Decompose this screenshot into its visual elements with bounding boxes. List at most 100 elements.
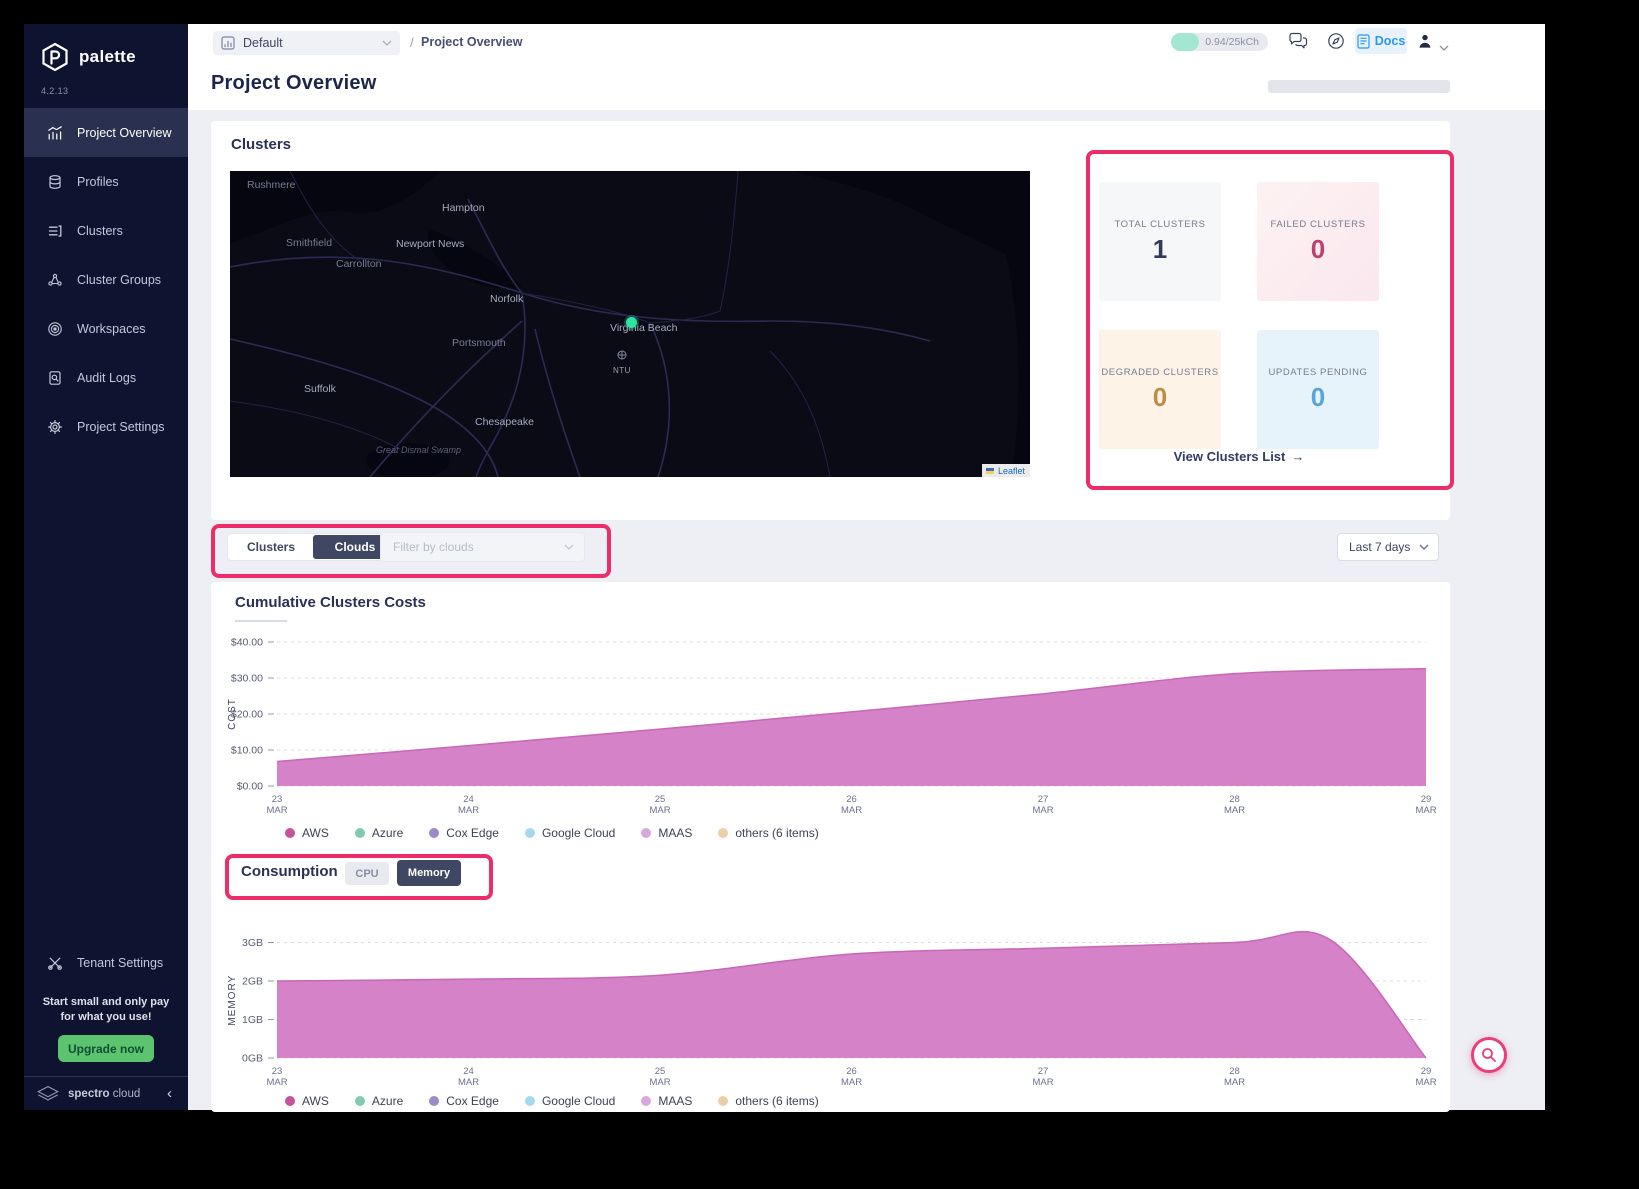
sidebar-item-workspaces[interactable]: Workspaces — [24, 304, 188, 353]
audit-logs-doc-search-icon — [47, 370, 63, 386]
legend-dot-icon — [285, 828, 295, 838]
sidebar-item-tenant-settings[interactable]: Tenant Settings — [24, 938, 188, 987]
sidebar-item-profiles[interactable]: Profiles — [24, 157, 188, 206]
memory-chart-legend: AWSAzureCox EdgeGoogle CloudMAASothers (… — [285, 1094, 819, 1108]
docs-book-icon — [1357, 34, 1370, 49]
legend-dot-icon — [641, 828, 651, 838]
stat-value: 1 — [1153, 234, 1167, 265]
chevron-down-icon — [1419, 544, 1429, 550]
svg-text:MAR: MAR — [649, 1077, 670, 1088]
redacted-text-bar — [1268, 80, 1450, 93]
svg-text:COST: COST — [227, 698, 238, 730]
stat-card-updates-pending: UPDATES PENDING 0 — [1257, 330, 1379, 449]
svg-text:29: 29 — [1421, 794, 1432, 805]
airport-icon — [617, 350, 627, 360]
stat-value: 0 — [1311, 234, 1325, 265]
svg-text:$30.00: $30.00 — [231, 673, 263, 685]
map-attribution: Leaflet — [982, 464, 1030, 477]
sidebar-item-label: Project Settings — [77, 420, 165, 434]
sidebar-item-audit-logs[interactable]: Audit Logs — [24, 353, 188, 402]
legend-item: MAAS — [641, 1094, 692, 1108]
legend-label: MAAS — [658, 1094, 692, 1108]
view-toggle-group: Clusters Clouds — [227, 533, 399, 561]
explore-button[interactable] — [1327, 32, 1345, 55]
sidebar-item-cluster-groups[interactable]: Cluster Groups — [24, 255, 188, 304]
sidebar-item-label: Project Overview — [77, 126, 171, 140]
svg-text:24: 24 — [463, 1066, 474, 1077]
stat-label: TOTAL CLUSTERS — [1114, 219, 1205, 230]
map-place-label: Virginia Beach — [610, 322, 678, 334]
svg-text:MAR: MAR — [458, 805, 479, 816]
svg-text:MAR: MAR — [266, 805, 287, 816]
clusters-panel: Clusters — [211, 121, 1450, 520]
chat-button[interactable] — [1288, 32, 1308, 55]
map-place-label: Portsmouth — [452, 337, 506, 349]
clusters-map[interactable]: RushmereHamptonSmithfieldNewport NewsCar… — [230, 171, 1030, 477]
docs-button[interactable]: Docs — [1355, 28, 1407, 54]
sidebar-collapse-chevron[interactable]: ‹ — [163, 1085, 176, 1102]
date-range-select[interactable]: Last 7 days — [1337, 533, 1439, 561]
legend-label: MAAS — [658, 826, 692, 840]
search-fab-button[interactable] — [1471, 1037, 1507, 1073]
airport-code: NTU — [613, 366, 631, 375]
svg-text:MAR: MAR — [1415, 805, 1436, 816]
credits-usage-pill[interactable]: 0.94/25kCh — [1171, 33, 1268, 51]
user-menu-chevron[interactable] — [1439, 38, 1449, 56]
svg-text:28: 28 — [1229, 1066, 1240, 1077]
user-menu-button[interactable] — [1417, 33, 1433, 54]
memory-consumption-chart: 0GB1GB2GB3GB23MAR24MAR25MAR26MAR27MAR28M… — [211, 898, 1450, 1090]
svg-text:$10.00: $10.00 — [231, 745, 263, 757]
sidebar-item-project-overview[interactable]: Project Overview — [24, 108, 188, 157]
svg-text:23: 23 — [272, 794, 283, 805]
legend-item: Azure — [355, 826, 403, 840]
sidebar-item-label: Cluster Groups — [77, 273, 161, 287]
leaflet-flag-icon — [986, 468, 994, 474]
legend-label: Google Cloud — [542, 826, 615, 840]
legend-label: Azure — [372, 826, 403, 840]
gear-icon — [47, 419, 63, 435]
legend-label: Azure — [372, 1094, 403, 1108]
svg-text:28: 28 — [1229, 794, 1240, 805]
tab-memory[interactable]: Memory — [397, 860, 461, 886]
svg-text:MAR: MAR — [649, 805, 670, 816]
map-place-label: Rushmere — [247, 179, 295, 191]
map-place-label: Chesapeake — [475, 416, 534, 428]
tab-cpu[interactable]: CPU — [345, 862, 389, 885]
leaflet-link[interactable]: Leaflet — [998, 466, 1025, 476]
tab-clusters[interactable]: Clusters — [229, 535, 313, 559]
view-clusters-list-link[interactable]: View Clusters List→ — [1129, 449, 1349, 464]
docs-label: Docs — [1375, 34, 1406, 48]
legend-dot-icon — [718, 828, 728, 838]
svg-text:26: 26 — [846, 794, 857, 805]
map-place-label: Norfolk — [490, 293, 523, 305]
legend-dot-icon — [718, 1096, 728, 1106]
svg-text:MAR: MAR — [841, 805, 862, 816]
legend-label: Cox Edge — [446, 826, 499, 840]
stat-value: 0 — [1153, 382, 1167, 413]
workspaces-rings-icon — [47, 321, 63, 337]
svg-text:27: 27 — [1038, 794, 1049, 805]
legend-item: MAAS — [641, 826, 692, 840]
project-selector-dropdown[interactable]: Default — [213, 31, 400, 55]
top-bar: Default / Project Overview 0.94/25kCh — [188, 24, 1545, 110]
breadcrumb[interactable]: Project Overview — [421, 35, 522, 49]
map-place-label: Smithfield — [286, 237, 332, 249]
sidebar-footer: spectro cloud ‹ — [24, 1076, 188, 1110]
sidebar-item-label: Clusters — [77, 224, 123, 238]
filter-by-clouds-select[interactable]: Filter by clouds — [380, 532, 585, 562]
sidebar-item-label: Audit Logs — [77, 371, 136, 385]
upgrade-now-button[interactable]: Upgrade now — [58, 1035, 154, 1062]
svg-text:26: 26 — [846, 1066, 857, 1077]
sidebar-bottom: Tenant Settings Start small and only pay… — [24, 938, 188, 1110]
sidebar-item-label: Tenant Settings — [77, 956, 163, 970]
svg-text:MEMORY: MEMORY — [227, 975, 238, 1026]
cluster-location-marker[interactable] — [626, 317, 637, 328]
svg-text:23: 23 — [272, 1066, 283, 1077]
cumulative-costs-chart: $0.00$10.00$20.00$30.00$40.0023MAR24MAR2… — [211, 612, 1450, 820]
sidebar-item-clusters[interactable]: Clusters — [24, 206, 188, 255]
svg-text:MAR: MAR — [1032, 805, 1053, 816]
svg-text:MAR: MAR — [841, 1077, 862, 1088]
stat-value: 0 — [1311, 382, 1325, 413]
sidebar-item-project-settings[interactable]: Project Settings — [24, 402, 188, 451]
legend-dot-icon — [525, 1096, 535, 1106]
